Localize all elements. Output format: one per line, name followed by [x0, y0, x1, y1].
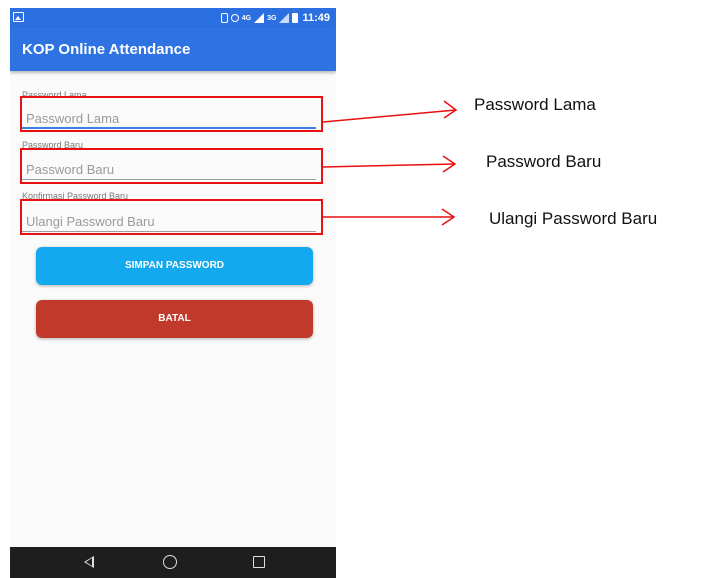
annotated-screenshot: 4G 3G 11:49 KOP Online Attendance Passwo…: [0, 0, 726, 578]
arrow-head-old-password: [443, 100, 458, 119]
annotation-arrows: [322, 100, 458, 226]
annotation-label-confirm-password: Ulangi Password Baru: [489, 209, 658, 228]
arrow-line-new-password: [322, 163, 456, 168]
arrow-line-old-password: [322, 109, 457, 123]
annotation-label-old-password: Password Lama: [474, 95, 596, 114]
annotation-label-new-password: Password Baru: [486, 152, 602, 171]
